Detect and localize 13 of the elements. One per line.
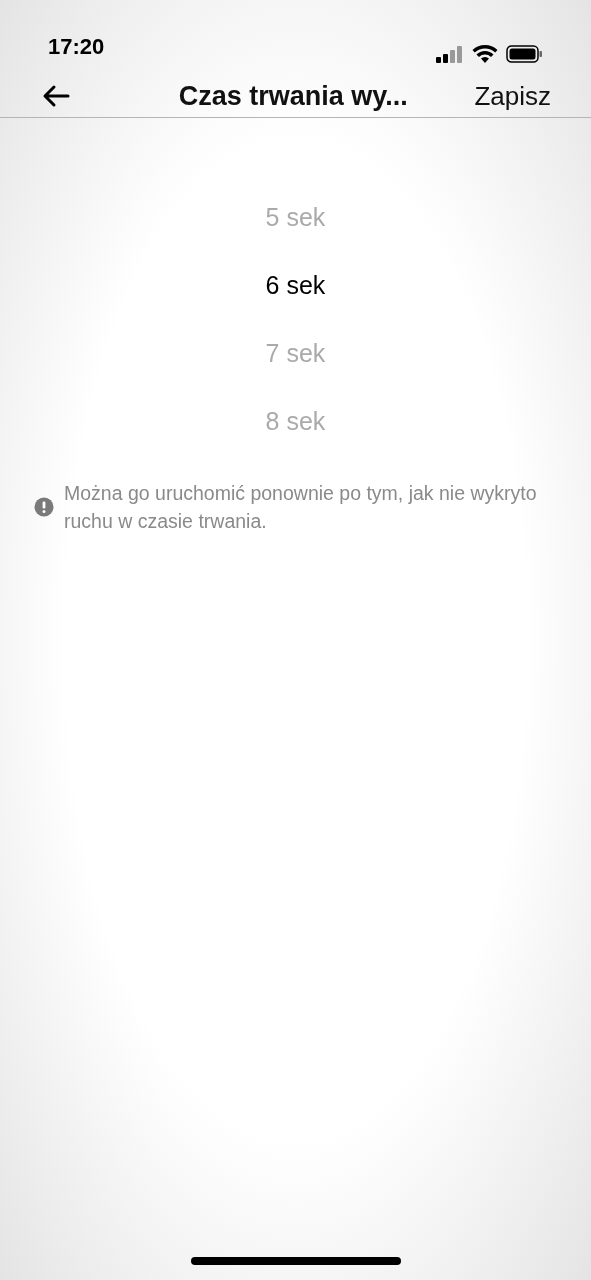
page-title: Czas trwania wy... — [177, 79, 409, 113]
signal-icon — [436, 44, 464, 63]
wifi-icon — [472, 44, 498, 63]
picker-option[interactable]: 6 sek — [265, 270, 326, 301]
picker-option[interactable]: 7 sek — [265, 338, 326, 369]
save-button[interactable]: Zapisz — [474, 76, 551, 116]
picker-option[interactable]: 8 sek — [265, 406, 326, 437]
info-note: Można go uruchomić ponownie po tym, jak nie wykryto ruchu w czasie trwania. — [64, 481, 538, 534]
info-icon — [34, 497, 54, 517]
battery-icon — [506, 44, 543, 63]
back-arrow-icon — [42, 84, 70, 108]
status-time: 17:20 — [48, 33, 105, 61]
picker-option[interactable]: 5 sek — [265, 202, 326, 233]
